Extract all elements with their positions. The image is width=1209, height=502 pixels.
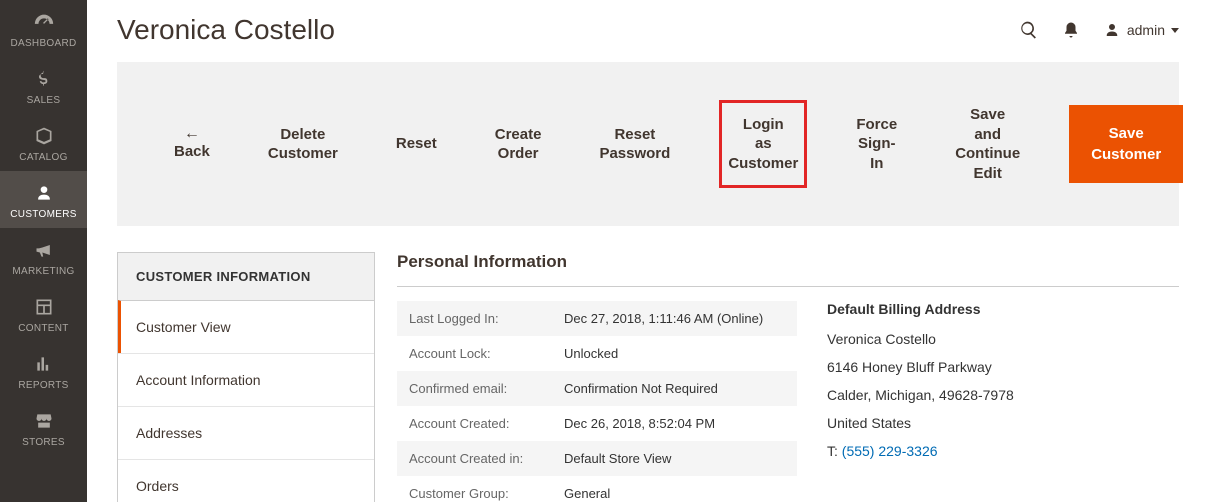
- layout-icon: [32, 295, 56, 319]
- reset-button[interactable]: Reset: [387, 119, 446, 169]
- dollar-icon: [32, 67, 56, 91]
- section-title: Personal Information: [397, 252, 1179, 287]
- login-as-customer-button[interactable]: LoginasCustomer: [719, 100, 807, 189]
- back-button[interactable]: ← Back: [165, 111, 219, 177]
- sidebar-item-label: CUSTOMERS: [10, 209, 76, 220]
- save-customer-button[interactable]: SaveCustomer: [1069, 105, 1183, 183]
- back-label: Back: [174, 142, 210, 162]
- info-value: Dec 26, 2018, 8:52:04 PM: [552, 406, 797, 441]
- gauge-icon: [32, 10, 56, 34]
- search-icon[interactable]: [1019, 20, 1039, 40]
- sidebar-item-content[interactable]: CONTENT: [0, 285, 87, 342]
- store-icon: [32, 409, 56, 433]
- sidebar-item-label: DASHBOARD: [10, 38, 76, 49]
- tab-account-information[interactable]: Account Information: [118, 353, 374, 406]
- customer-tabs: CUSTOMER INFORMATION Customer View Accou…: [117, 252, 375, 502]
- sidebar-item-stores[interactable]: STORES: [0, 399, 87, 456]
- address-name: Veronica Costello: [827, 331, 1179, 347]
- info-value: Confirmation Not Required: [552, 371, 797, 406]
- info-value: General: [552, 476, 797, 502]
- bell-icon[interactable]: [1061, 20, 1081, 40]
- arrow-left-icon: ←: [184, 126, 200, 142]
- sidebar-item-label: STORES: [22, 437, 65, 448]
- create-order-button[interactable]: CreateOrder: [486, 110, 551, 179]
- tabs-header: CUSTOMER INFORMATION: [118, 253, 374, 300]
- delete-customer-button[interactable]: DeleteCustomer: [259, 110, 347, 179]
- tab-orders[interactable]: Orders: [118, 459, 374, 502]
- sidebar-item-label: CONTENT: [18, 323, 68, 334]
- sidebar-item-customers[interactable]: CUSTOMERS: [0, 171, 87, 228]
- action-bar: ← Back DeleteCustomer Reset CreateOrder …: [117, 62, 1179, 226]
- sidebar-item-sales[interactable]: SALES: [0, 57, 87, 114]
- info-label: Account Created in:: [397, 441, 552, 476]
- table-row: Last Logged In: Dec 27, 2018, 1:11:46 AM…: [397, 301, 797, 336]
- address-city: Calder, Michigan, 49628-7978: [827, 387, 1179, 403]
- info-label: Last Logged In:: [397, 301, 552, 336]
- user-name: admin: [1127, 22, 1165, 38]
- info-label: Customer Group:: [397, 476, 552, 502]
- save-continue-button[interactable]: Save andContinueEdit: [946, 90, 1029, 198]
- sidebar-item-dashboard[interactable]: DASHBOARD: [0, 0, 87, 57]
- info-value: Dec 27, 2018, 1:11:46 AM (Online): [552, 301, 797, 336]
- info-value: Unlocked: [552, 336, 797, 371]
- page-title: Veronica Costello: [117, 14, 335, 46]
- address-street: 6146 Honey Bluff Parkway: [827, 359, 1179, 375]
- sidebar-item-catalog[interactable]: CATALOG: [0, 114, 87, 171]
- sidebar-item-label: SALES: [27, 95, 61, 106]
- info-label: Account Created:: [397, 406, 552, 441]
- force-signin-button[interactable]: ForceSign-In: [847, 100, 906, 189]
- table-row: Account Created: Dec 26, 2018, 8:52:04 P…: [397, 406, 797, 441]
- sidebar-item-label: CATALOG: [19, 152, 67, 163]
- personal-info-table: Last Logged In: Dec 27, 2018, 1:11:46 AM…: [397, 301, 797, 502]
- user-icon: [1103, 21, 1121, 39]
- tab-customer-view[interactable]: Customer View: [118, 300, 374, 353]
- address-title: Default Billing Address: [827, 301, 1179, 317]
- tab-addresses[interactable]: Addresses: [118, 406, 374, 459]
- info-label: Confirmed email:: [397, 371, 552, 406]
- table-row: Account Created in: Default Store View: [397, 441, 797, 476]
- sidebar-item-reports[interactable]: REPORTS: [0, 342, 87, 399]
- box-icon: [32, 124, 56, 148]
- table-row: Customer Group: General: [397, 476, 797, 502]
- admin-sidebar: DASHBOARD SALES CATALOG CUSTOMERS MARKET…: [0, 0, 87, 502]
- phone-prefix: T:: [827, 443, 842, 459]
- table-row: Confirmed email: Confirmation Not Requir…: [397, 371, 797, 406]
- topbar: Veronica Costello admin: [117, 0, 1179, 56]
- address-country: United States: [827, 415, 1179, 431]
- table-row: Account Lock: Unlocked: [397, 336, 797, 371]
- sidebar-item-label: REPORTS: [18, 380, 68, 391]
- user-menu[interactable]: admin: [1103, 21, 1179, 39]
- phone-link[interactable]: (555) 229-3326: [842, 443, 938, 459]
- bar-chart-icon: [32, 352, 56, 376]
- details-panel: Personal Information Last Logged In: Dec…: [397, 252, 1179, 502]
- billing-address: Default Billing Address Veronica Costell…: [827, 301, 1179, 502]
- address-phone: T: (555) 229-3326: [827, 443, 1179, 459]
- sidebar-item-marketing[interactable]: MARKETING: [0, 228, 87, 285]
- megaphone-icon: [32, 238, 56, 262]
- info-label: Account Lock:: [397, 336, 552, 371]
- chevron-down-icon: [1171, 28, 1179, 33]
- sidebar-item-label: MARKETING: [12, 266, 74, 277]
- person-icon: [32, 181, 56, 205]
- reset-password-button[interactable]: ResetPassword: [590, 110, 679, 179]
- info-value: Default Store View: [552, 441, 797, 476]
